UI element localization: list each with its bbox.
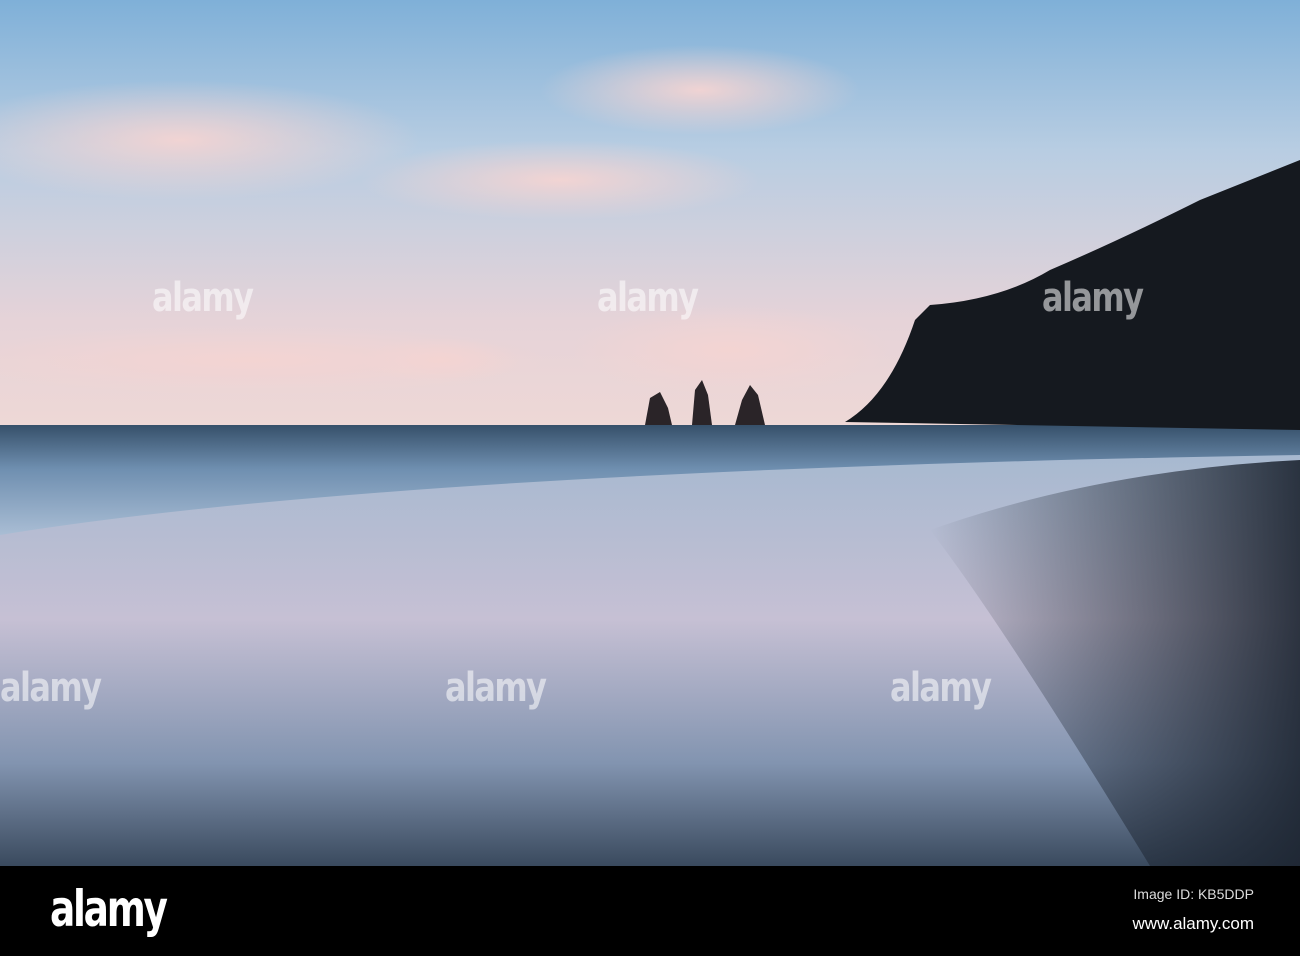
seascape-scene	[0, 0, 1300, 866]
watermark: alamy	[890, 665, 992, 711]
beach-photo: alamy alamy alamy alamy alamy alamy	[0, 0, 1300, 866]
alamy-logo: alamy	[50, 880, 168, 938]
footer-bar: alamy Image ID: KB5DDP www.alamy.com	[0, 866, 1300, 956]
watermark: alamy	[597, 275, 699, 321]
watermark: alamy	[152, 275, 254, 321]
watermark: alamy	[1042, 275, 1144, 321]
image-id: Image ID: KB5DDP	[1133, 886, 1254, 902]
watermark: alamy	[0, 665, 102, 711]
site-url: www.alamy.com	[1132, 914, 1254, 933]
watermark: alamy	[445, 665, 547, 711]
